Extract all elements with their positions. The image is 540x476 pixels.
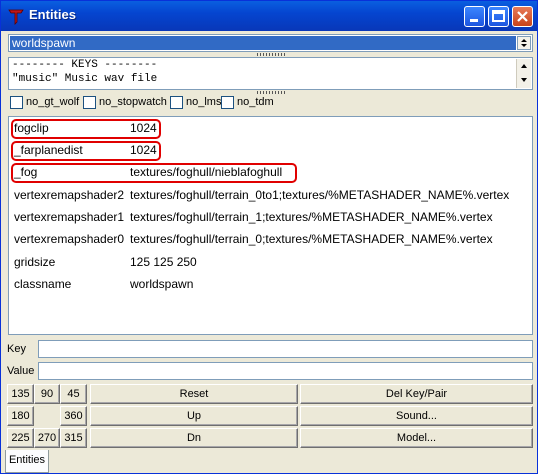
tab-entities[interactable]: Entities [5,450,49,473]
model-button[interactable]: Model... [300,428,533,448]
key-input[interactable] [38,340,533,358]
up-down-arrows-icon [521,39,527,47]
value-label: Value [7,365,35,377]
angle-45-button[interactable]: 45 [60,384,87,404]
reset-button[interactable]: Reset [90,384,298,404]
entity-class-selected[interactable]: worldspawn [10,36,516,50]
up-button[interactable]: Up [90,406,298,426]
splitter-handle[interactable] [257,91,287,94]
close-icon [517,11,528,22]
memo-line: "music" Music wav file [12,73,158,85]
angle-315-button[interactable]: 315 [60,428,87,448]
value-input[interactable] [38,362,533,380]
maximize-button[interactable] [488,6,509,27]
close-button[interactable] [512,6,533,27]
entity-class-list[interactable]: worldspawn [8,34,533,52]
scroll-arrows-icon [521,64,527,82]
minimize-button[interactable] [464,6,485,27]
memo-line: -------- KEYS -------- [12,59,158,71]
angle-135-button[interactable]: 135 [7,384,34,404]
dn-button[interactable]: Dn [90,428,298,448]
title-bar[interactable]: Entities [1,1,537,31]
angle-225-button[interactable]: 225 [7,428,34,448]
tab-bar: Entities [1,450,537,475]
highlight-ring-fogclip [11,119,161,139]
angle-270-button[interactable]: 270 [34,428,60,448]
maximize-icon [492,10,505,22]
splitter-handle[interactable] [257,53,287,56]
checkbox[interactable] [83,96,96,109]
window-title: Entities [29,7,76,22]
highlight-ring-fog [11,163,297,183]
minimize-icon [470,19,478,22]
checkbox[interactable] [10,96,23,109]
sound-button[interactable]: Sound... [300,406,533,426]
key-label: Key [7,343,26,355]
app-icon [8,9,24,25]
memo-scrollbar[interactable] [516,59,531,88]
entity-class-spinner[interactable] [517,36,531,50]
checkbox[interactable] [221,96,234,109]
keys-description[interactable]: -------- KEYS -------- "music" Music wav… [8,57,533,90]
angle-360-button[interactable]: 360 [60,406,87,426]
highlight-ring-farplanedist [11,141,161,161]
key-value-list[interactable]: fogclip 1024 _farplanedist 1024 _fog textur… [8,116,533,335]
checkbox[interactable] [170,96,183,109]
angle-90-button[interactable]: 90 [34,384,60,404]
del-key-pair-button[interactable]: Del Key/Pair [300,384,533,404]
entities-window: Entities worldspawn -------- KEYS ------… [0,0,538,474]
angle-180-button[interactable]: 180 [7,406,34,426]
